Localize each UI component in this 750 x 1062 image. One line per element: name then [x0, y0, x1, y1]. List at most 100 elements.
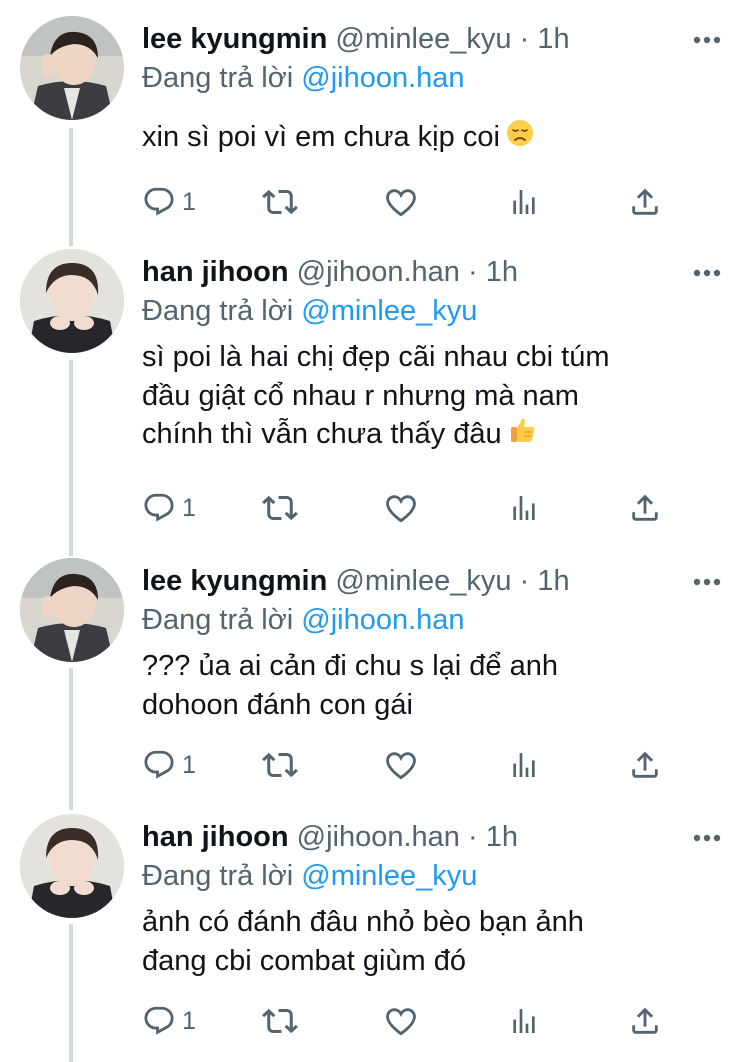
username[interactable]: @minlee_kyu	[335, 565, 511, 597]
bar-chart-icon	[508, 749, 540, 781]
like-button[interactable]	[384, 745, 418, 785]
retweet-icon	[262, 184, 298, 220]
separator-dot: ·	[468, 821, 478, 853]
reply-count: 1	[182, 1006, 196, 1035]
reply-button[interactable]: 1	[142, 182, 196, 222]
tweet-text: sì poi là hai chị đẹp cãi nhau cbi túm đ…	[142, 338, 610, 456]
retweet-button[interactable]	[262, 745, 298, 785]
tweet-header: han jihoon @jihoon.han · 1h	[142, 254, 518, 290]
share-icon	[628, 1004, 662, 1038]
display-name[interactable]: han jihoon	[142, 821, 289, 853]
tweet-actions: 1	[0, 488, 750, 528]
bar-chart-icon	[508, 492, 540, 524]
views-button[interactable]	[508, 745, 540, 785]
share-icon	[628, 185, 662, 219]
tweet[interactable]: han jihoon @jihoon.han · 1h Đang trả lời…	[0, 814, 750, 1062]
tweet-actions: 1	[0, 745, 750, 785]
tweet-text-line: ảnh có đánh đâu nhỏ bèo bạn ảnh	[142, 906, 584, 938]
separator-dot: ·	[468, 256, 478, 288]
heart-icon	[384, 748, 418, 782]
avatar[interactable]	[20, 249, 124, 353]
replying-to-label: Đang trả lời	[142, 295, 294, 327]
share-button[interactable]	[628, 488, 662, 528]
share-icon	[628, 491, 662, 525]
username[interactable]: @minlee_kyu	[335, 23, 511, 55]
tweet-text: ảnh có đánh đâu nhỏ bèo bạn ảnh đang cbi…	[142, 903, 584, 980]
display-name[interactable]: lee kyungmin	[142, 23, 327, 55]
retweet-button[interactable]	[262, 488, 298, 528]
views-button[interactable]	[508, 1001, 540, 1041]
views-button[interactable]	[508, 182, 540, 222]
share-button[interactable]	[628, 1001, 662, 1041]
bar-chart-icon	[508, 1005, 540, 1037]
mention-link[interactable]: @jihoon.han	[301, 604, 464, 636]
tweet-header: han jihoon @jihoon.han · 1h	[142, 819, 518, 855]
like-button[interactable]	[384, 488, 418, 528]
avatar[interactable]	[20, 814, 124, 918]
tweet-text-line: sì poi là hai chị đẹp cãi nhau cbi túm	[142, 341, 610, 373]
tweet-text-line: ??? ủa ai cản đi chu s lại để anh	[142, 650, 558, 682]
tweet-text-line: đang cbi combat giùm đó	[142, 944, 467, 977]
tweet-actions: 1	[0, 1001, 750, 1041]
timestamp[interactable]: 1h	[537, 23, 569, 55]
like-button[interactable]	[384, 1001, 418, 1041]
display-name[interactable]: han jihoon	[142, 256, 289, 288]
tweet[interactable]: lee kyungmin @minlee_kyu · 1h Đang trả l…	[0, 16, 750, 226]
heart-icon	[384, 491, 418, 525]
username[interactable]: @jihoon.han	[297, 256, 460, 288]
tweet[interactable]: han jihoon @jihoon.han · 1h Đang trả lời…	[0, 249, 750, 539]
tweet[interactable]: lee kyungmin @minlee_kyu · 1h Đang trả l…	[0, 558, 750, 793]
display-name[interactable]: lee kyungmin	[142, 565, 327, 597]
bar-chart-icon	[508, 186, 540, 218]
mention-link[interactable]: @jihoon.han	[301, 62, 464, 94]
disappointed-face-icon	[506, 119, 534, 158]
thumbs-up-icon	[508, 415, 538, 456]
tweet-actions: 1	[0, 182, 750, 222]
retweet-button[interactable]	[262, 182, 298, 222]
tweet-header: lee kyungmin @minlee_kyu · 1h	[142, 21, 570, 57]
tweet-text-line: xin sì poi vì em chưa kịp coi	[142, 121, 500, 153]
reply-button[interactable]: 1	[142, 745, 196, 785]
reply-count: 1	[182, 493, 196, 522]
mention-link[interactable]: @minlee_kyu	[301, 295, 477, 327]
avatar[interactable]	[20, 558, 124, 662]
timestamp[interactable]: 1h	[537, 565, 569, 597]
tweet-header: lee kyungmin @minlee_kyu · 1h	[142, 563, 570, 599]
share-button[interactable]	[628, 182, 662, 222]
reply-icon	[142, 491, 176, 525]
replying-to: Đang trả lời @minlee_kyu	[142, 858, 477, 894]
retweet-button[interactable]	[262, 1001, 298, 1041]
share-icon	[628, 748, 662, 782]
reply-count: 1	[182, 187, 196, 216]
views-button[interactable]	[508, 488, 540, 528]
timestamp[interactable]: 1h	[486, 256, 518, 288]
reply-count: 1	[182, 750, 196, 779]
more-options-icon[interactable]	[692, 261, 722, 285]
retweet-icon	[262, 490, 298, 526]
retweet-icon	[262, 1003, 298, 1039]
replying-to-label: Đang trả lời	[142, 604, 294, 636]
avatar[interactable]	[20, 16, 124, 120]
heart-icon	[384, 1004, 418, 1038]
like-button[interactable]	[384, 182, 418, 222]
separator-dot: ·	[519, 23, 530, 55]
replying-to-label: Đang trả lời	[142, 62, 294, 94]
reply-button[interactable]: 1	[142, 488, 196, 528]
share-button[interactable]	[628, 745, 662, 785]
tweet-text-line: đầu giật cổ nhau r nhưng mà nam	[142, 379, 579, 412]
mention-link[interactable]: @minlee_kyu	[301, 860, 477, 892]
reply-icon	[142, 1004, 176, 1038]
tweet-text: ??? ủa ai cản đi chu s lại để anh dohoon…	[142, 647, 558, 724]
more-options-icon[interactable]	[692, 570, 722, 594]
more-options-icon[interactable]	[692, 826, 722, 850]
tweet-text: xin sì poi vì em chưa kịp coi	[142, 118, 534, 158]
replying-to: Đang trả lời @jihoon.han	[142, 602, 465, 638]
reply-button[interactable]: 1	[142, 1001, 196, 1041]
more-options-icon[interactable]	[692, 28, 722, 52]
username[interactable]: @jihoon.han	[297, 821, 460, 853]
replying-to: Đang trả lời @jihoon.han	[142, 60, 465, 96]
retweet-icon	[262, 747, 298, 783]
timestamp[interactable]: 1h	[486, 821, 518, 853]
heart-icon	[384, 185, 418, 219]
reply-icon	[142, 185, 176, 219]
